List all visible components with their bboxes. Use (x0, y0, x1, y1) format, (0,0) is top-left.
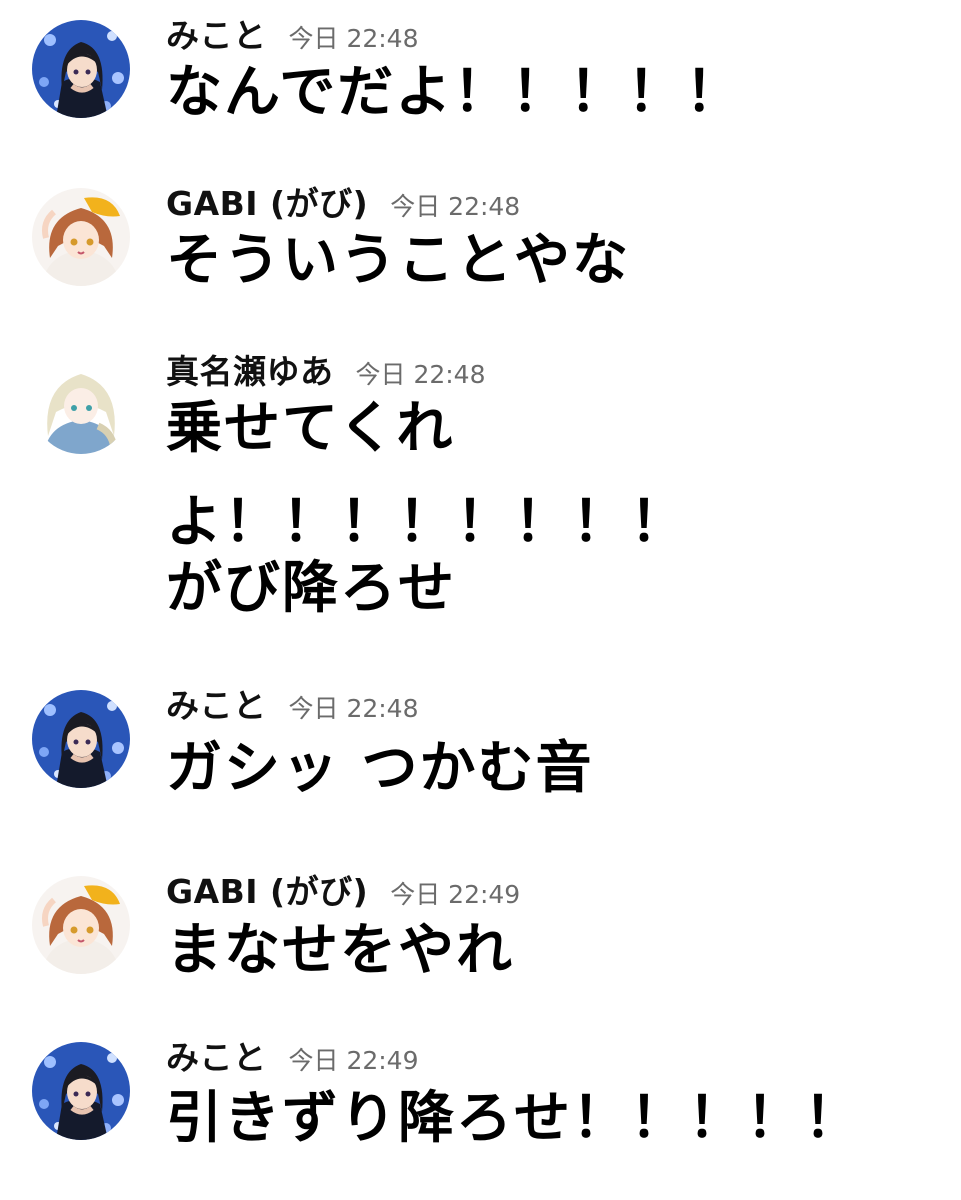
message-header: みこと 今日 22:48 (166, 14, 419, 58)
message-header: みこと 今日 22:49 (166, 1036, 419, 1080)
timestamp: 今日 22:48 (355, 360, 486, 389)
message-header: 真名瀬ゆあ 今日 22:48 (166, 350, 486, 394)
avatar-gabi[interactable] (32, 876, 130, 974)
gabi-avatar-icon (32, 188, 130, 286)
mikoto-avatar-icon (32, 690, 130, 788)
avatar-mikoto[interactable] (32, 690, 130, 788)
username[interactable]: GABI (がび) (166, 184, 368, 223)
username[interactable]: 真名瀬ゆあ (166, 352, 334, 391)
timestamp: 今日 22:49 (390, 880, 521, 909)
username[interactable]: みこと (166, 1038, 267, 1077)
message-text: そういうことやな (166, 228, 630, 293)
timestamp: 今日 22:48 (390, 192, 521, 221)
message-text: なんでだよ！！！！！ (166, 60, 744, 125)
message-header: GABI (がび) 今日 22:49 (166, 870, 520, 914)
message-text: がび降ろせ (166, 556, 456, 621)
message-header: みこと 今日 22:48 (166, 684, 419, 728)
mikoto-avatar-icon (32, 1042, 130, 1140)
avatar-gabi[interactable] (32, 188, 130, 286)
username[interactable]: みこと (166, 16, 267, 55)
message-text: よ！！！！！！！！ (166, 490, 688, 555)
message-text: 引きずり降ろせ！！！！！ (166, 1086, 862, 1151)
username[interactable]: みこと (166, 686, 267, 725)
yua-avatar-icon (32, 356, 130, 454)
mikoto-avatar-icon (32, 20, 130, 118)
gabi-avatar-icon (32, 876, 130, 974)
timestamp: 今日 22:48 (288, 24, 419, 53)
message-header: GABI (がび) 今日 22:48 (166, 182, 520, 226)
message-text: 乗せてくれ (166, 396, 455, 461)
timestamp: 今日 22:48 (288, 694, 419, 723)
avatar-mikoto[interactable] (32, 20, 130, 118)
username[interactable]: GABI (がび) (166, 872, 368, 911)
avatar-mikoto[interactable] (32, 1042, 130, 1140)
message-text: ガシッ つかむ音 (166, 736, 594, 801)
message-text: まなせをやれ (166, 918, 514, 983)
avatar-yua[interactable] (32, 356, 130, 454)
timestamp: 今日 22:49 (288, 1046, 419, 1075)
